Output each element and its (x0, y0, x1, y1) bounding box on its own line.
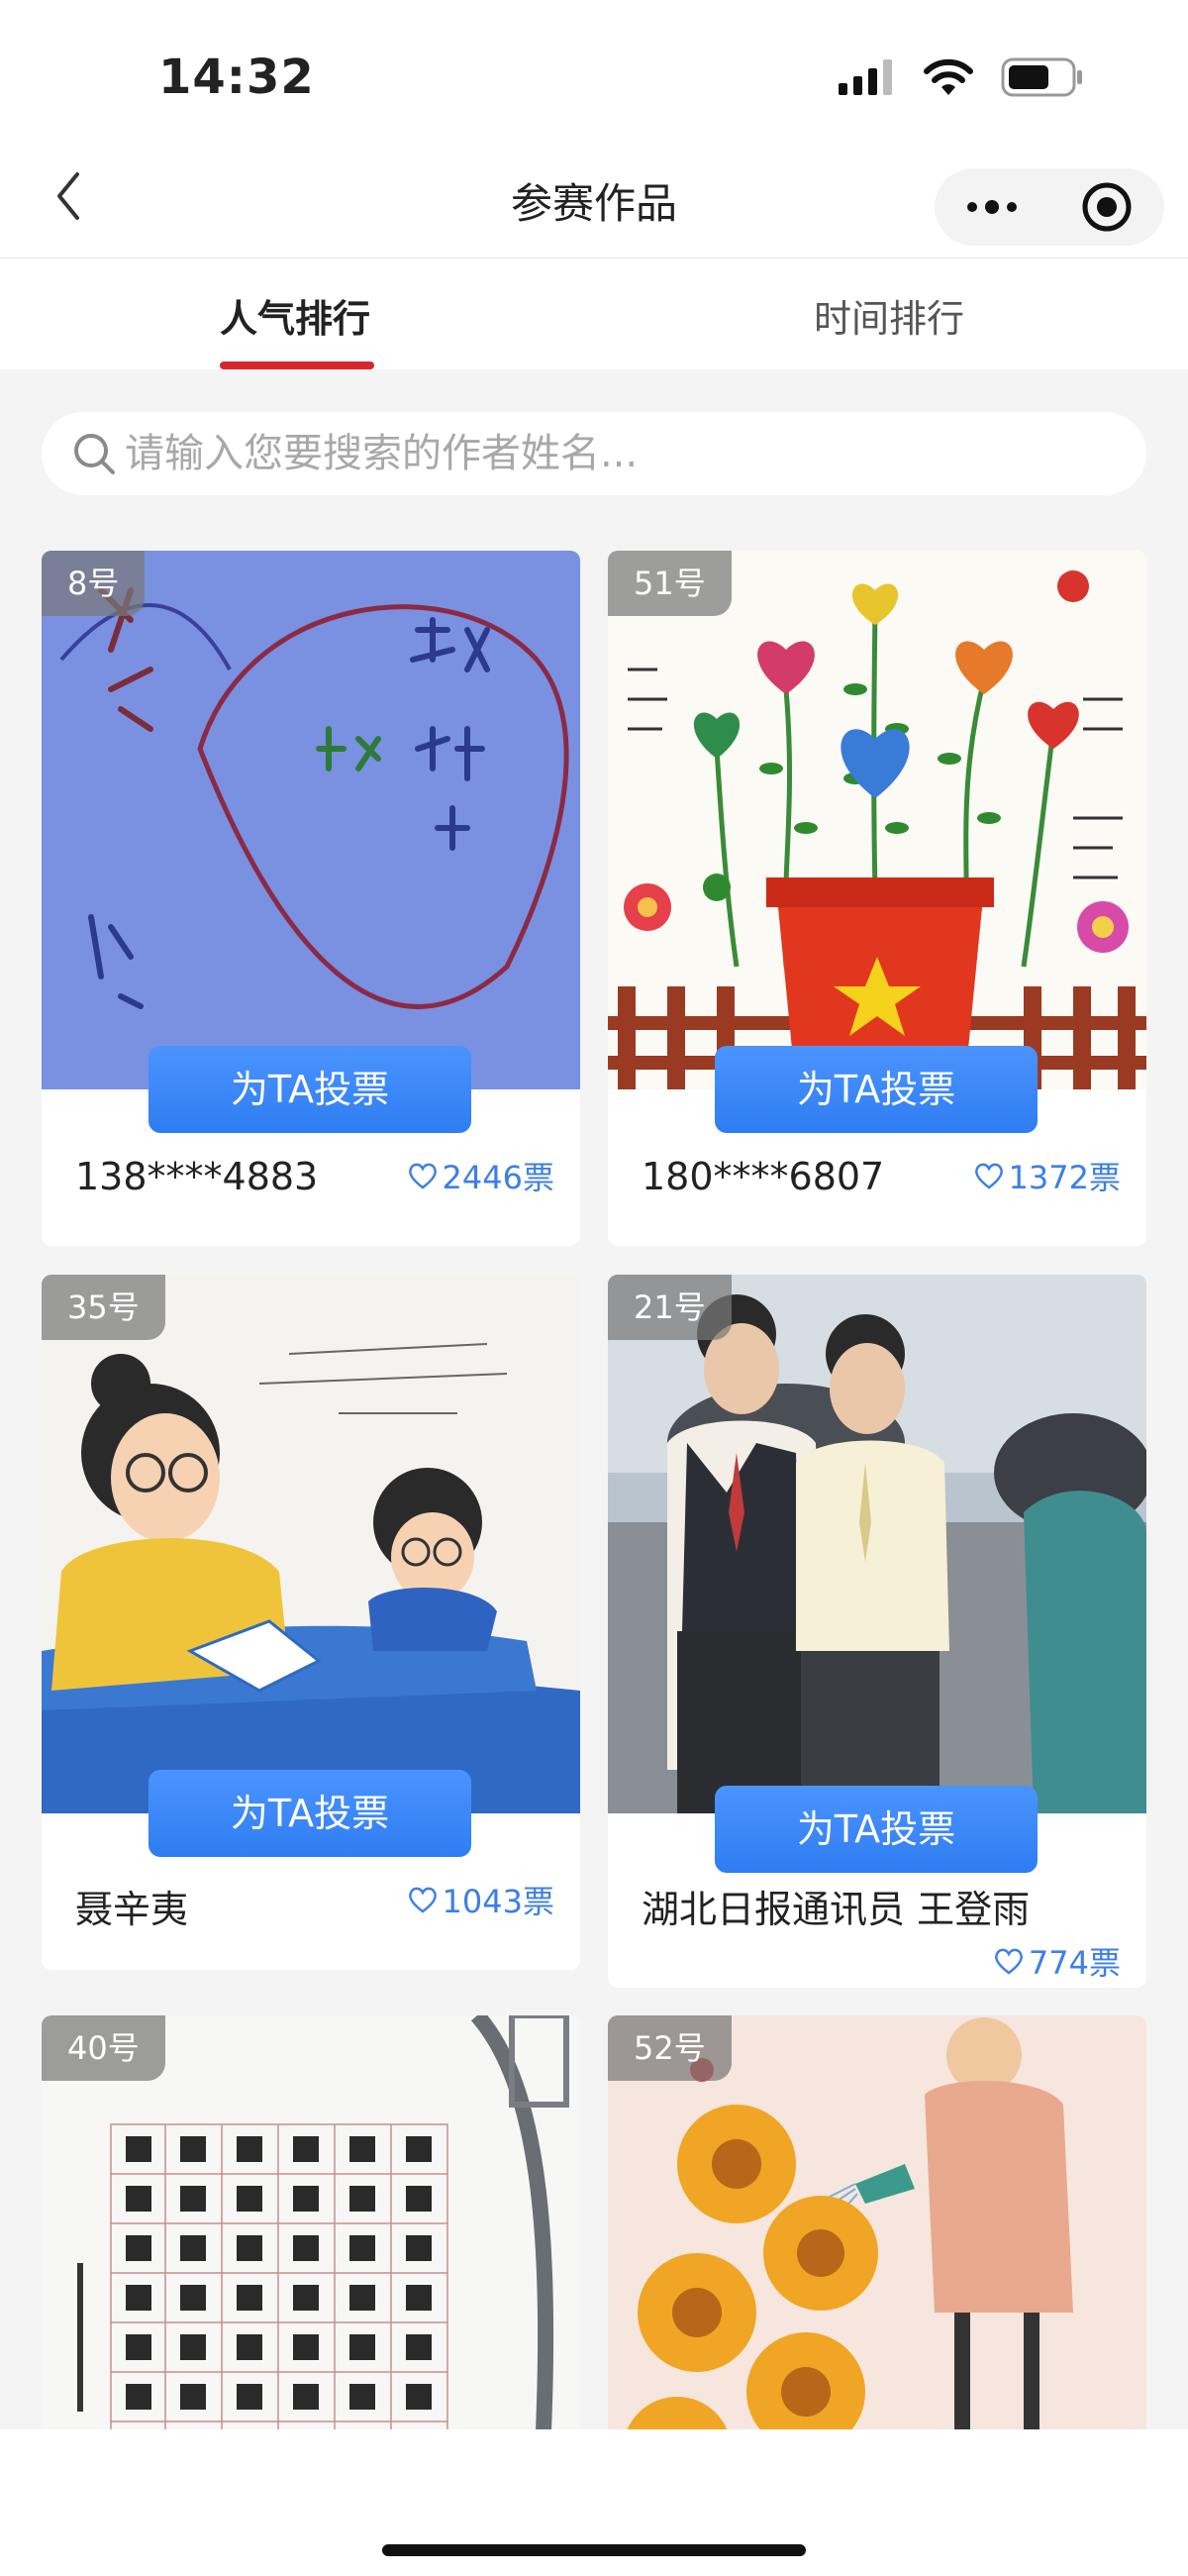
vote-count-text: 2446票 (442, 1159, 554, 1196)
work-number-badge: 35号 (42, 1275, 165, 1340)
vote-count: 2446票 (407, 1153, 554, 1198)
author-name: 180****6807 (642, 1155, 885, 1198)
author-name: 138****4883 (75, 1155, 319, 1198)
vote-count: 774票 (993, 1938, 1121, 1984)
vote-button[interactable]: 为TA投票 (715, 1046, 1038, 1133)
heart-icon (974, 1163, 1003, 1189)
work-image[interactable] (42, 551, 580, 1089)
author-name: 湖北日报通讯员 王登雨 (642, 1888, 1031, 1931)
status-time: 14:32 (158, 50, 315, 105)
heart-icon (408, 1163, 437, 1189)
vote-button[interactable]: 为TA投票 (715, 1786, 1038, 1873)
status-icons (839, 57, 1084, 97)
vote-button[interactable]: 为TA投票 (148, 1046, 471, 1133)
work-card[interactable]: 51号 为TA投票 180****6807 1372票 (608, 551, 1146, 1246)
work-card[interactable]: 35号 为TA投票 聂辛夷 1043票 (42, 1275, 580, 1970)
work-image[interactable] (608, 1275, 1146, 1813)
vote-button[interactable]: 为TA投票 (148, 1770, 471, 1857)
heart-icon (408, 1887, 437, 1913)
work-image[interactable] (608, 551, 1146, 1089)
more-icon[interactable] (935, 168, 1049, 246)
home-indicator[interactable] (382, 2544, 806, 2556)
bottom-bar (0, 2429, 1188, 2576)
tab-time-ranking[interactable]: 时间排行 (814, 288, 964, 343)
search-bar (42, 412, 1146, 495)
work-number-badge: 8号 (42, 551, 146, 616)
tab-bar: 人气排行 时间排行 (0, 258, 1188, 369)
close-capsule-icon[interactable] (1049, 168, 1164, 246)
status-bar: 14:32 (0, 0, 1188, 149)
active-tab-indicator (220, 361, 374, 369)
signal-icon (839, 59, 892, 95)
vote-count: 1043票 (407, 1877, 554, 1922)
mini-program-capsule (935, 168, 1164, 246)
work-number-badge: 21号 (608, 1275, 732, 1340)
heart-icon (995, 1948, 1023, 1975)
author-name: 聂辛夷 (75, 1888, 189, 1931)
vote-count-text: 1372票 (1008, 1159, 1121, 1196)
vote-count-text: 1043票 (442, 1883, 554, 1920)
work-image[interactable] (42, 1275, 580, 1813)
vote-count-text: 774票 (1028, 1944, 1121, 1982)
work-card[interactable]: 8号 为TA投票 138****4883 2446票 (42, 551, 580, 1246)
wifi-icon (924, 58, 973, 95)
tab-popularity-ranking[interactable]: 人气排行 (220, 288, 370, 343)
search-input[interactable] (123, 430, 1097, 477)
work-number-badge: 40号 (42, 2015, 165, 2081)
work-card[interactable]: 21号 为TA投票 湖北日报通讯员 王登雨 774票 (608, 1275, 1146, 1988)
work-number-badge: 52号 (608, 2015, 732, 2081)
navigation-bar: 参赛作品 (0, 149, 1188, 258)
work-number-badge: 51号 (608, 551, 732, 616)
battery-icon (1001, 57, 1082, 97)
vote-count: 1372票 (973, 1153, 1121, 1198)
search-icon (74, 434, 115, 474)
